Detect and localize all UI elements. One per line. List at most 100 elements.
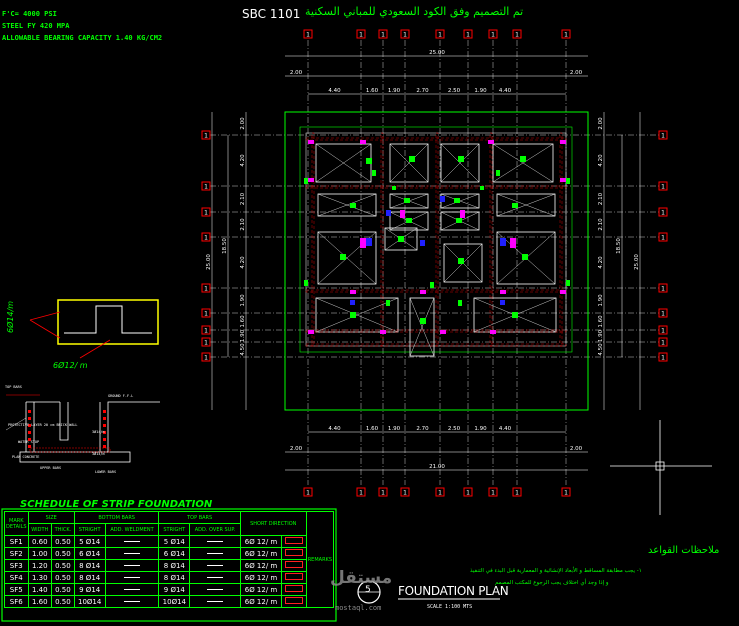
plan-scale: SCALE 1:100 MTS (427, 604, 473, 610)
dimension-text: 2.50 (448, 426, 461, 432)
dimension-text: 2.10 (240, 218, 246, 231)
row-add2 (189, 595, 241, 608)
grid-bubble-number: 1 (661, 355, 665, 362)
rebar-marker (398, 236, 404, 242)
section-protective-label: PROTECTIVE LAYER 20 cm BRICK WALL (8, 423, 78, 427)
rebar-dot (103, 445, 106, 448)
strip-beam (489, 132, 493, 347)
table-row: SF3 1.20 0.50 8 Ø14 8 Ø14 6Ø 12/ m (4, 559, 334, 572)
rebar-marker (430, 282, 434, 288)
schedule-table: MARK DETAILS SIZE BOTTOM BARS TOP BARS S… (4, 511, 335, 608)
grid-bubble-number: 1 (661, 340, 665, 347)
row-bottom: 10Ø14 (73, 595, 106, 608)
table-row: SF4 1.30 0.50 8 Ø14 8 Ø14 6Ø 12/ m (4, 571, 334, 584)
grid-bubble-number: 1 (515, 32, 519, 39)
row-short-symbol (281, 535, 307, 548)
dimension-text: 4.40 (499, 426, 512, 432)
column-marker (440, 196, 445, 202)
dimension-text: 1.90 (240, 294, 246, 307)
row-thick: 0.50 (50, 547, 75, 560)
grid-bubble-number: 1 (491, 490, 495, 497)
dimension-text: 4.20 (240, 256, 246, 269)
rebar-marker (304, 178, 308, 184)
dimension-text: 4.50 (240, 343, 246, 356)
row-add (104, 559, 160, 572)
column-marker (308, 140, 314, 144)
rebar-marker (512, 203, 518, 208)
row-add2 (189, 583, 241, 596)
plan-title: FOUNDATION PLAN (398, 584, 509, 598)
dimension-text: 2.00 (240, 117, 246, 130)
grid-bubble-number: 1 (661, 311, 665, 318)
row-add2 (189, 535, 241, 548)
row-short: 6Ø 12/ m (239, 547, 283, 560)
dimension-text: 2.10 (598, 218, 604, 231)
grid-bubble-number: 1 (204, 286, 208, 293)
row-width: 1.60 (27, 595, 52, 608)
dimension-text: 2.70 (416, 426, 429, 432)
hdr-straight: STRIGHT (73, 523, 106, 536)
section-ground-label: GROUND F.F.L (108, 394, 134, 398)
row-width: 1.20 (27, 559, 52, 572)
hdr-mark: MARK DETAILS (4, 511, 29, 536)
strip-beam (380, 132, 384, 347)
row-add2 (189, 571, 241, 584)
row-thick: 0.50 (50, 535, 75, 548)
rebar-shape (64, 305, 152, 334)
dimension-text: 1.90 (474, 88, 487, 94)
grid-bubble-number: 1 (204, 311, 208, 318)
hdr-short: SHORT DIRECTION (239, 511, 307, 536)
column-marker (460, 210, 465, 218)
dimension-text: 25.00 (634, 254, 640, 270)
row-bottom: 8 Ø14 (73, 571, 106, 584)
row-width: 1.40 (27, 583, 52, 596)
column-marker (366, 238, 372, 246)
dimension-text: 1.60 (240, 315, 246, 328)
column-marker (560, 140, 566, 144)
row-add (104, 583, 160, 596)
arabic-note-line1: ١- يجب مطابقة المساقط و الأبعاد الإنشائي… (470, 568, 642, 574)
row-top: 8 Ø14 (158, 571, 191, 584)
table-row: SF6 1.60 0.50 10Ø14 10Ø14 6Ø 12/ m (4, 595, 334, 608)
row-add2 (189, 547, 241, 560)
dimension-text: 1.60 (366, 426, 379, 432)
column-marker (440, 330, 446, 334)
grid-bubble-number: 1 (381, 490, 385, 497)
rebar-marker (456, 218, 462, 223)
rebar-marker (566, 280, 570, 286)
arabic-design-note: تم التصميم وفق الكود السعودي للمباني الس… (305, 5, 524, 18)
row-short-symbol (281, 571, 307, 584)
dimension-text: 1.90 (388, 426, 401, 432)
column-marker (490, 330, 496, 334)
row-mark: SF2 (4, 547, 29, 560)
column-marker (560, 290, 566, 294)
dimension-text: 1.60 (366, 88, 379, 94)
grid-bubble-number: 1 (661, 328, 665, 335)
section-top-bars-label: TOP BARS (5, 385, 22, 389)
hdr-remarks: REMARKS (305, 511, 335, 608)
rebar-label-horizontal: 6Ø12/ m (53, 361, 88, 370)
column-marker (500, 290, 506, 294)
grid-bubble-number: 1 (564, 490, 568, 497)
row-short-symbol (281, 583, 307, 596)
rebar-marker (566, 178, 570, 184)
column-marker (510, 238, 516, 248)
row-thick: 0.50 (50, 583, 75, 596)
dimension-text: 1.60 (598, 315, 604, 328)
column-marker (308, 178, 314, 182)
column-marker (386, 210, 391, 216)
section-detail (5, 299, 160, 463)
grid-bubble-number: 1 (204, 133, 208, 140)
column-marker (420, 290, 426, 294)
dimension-text: 2.00 (570, 446, 583, 452)
rebar-dot (28, 445, 31, 448)
rebar-dot (103, 410, 106, 413)
column-marker (500, 238, 506, 246)
row-top: 10Ø14 (158, 595, 191, 608)
row-thick: 0.50 (50, 595, 75, 608)
row-bottom: 6 Ø14 (73, 547, 106, 560)
row-top: 8 Ø14 (158, 559, 191, 572)
rebar-marker (372, 170, 376, 176)
column-marker (380, 330, 386, 334)
ucs-crosshair (610, 420, 712, 515)
